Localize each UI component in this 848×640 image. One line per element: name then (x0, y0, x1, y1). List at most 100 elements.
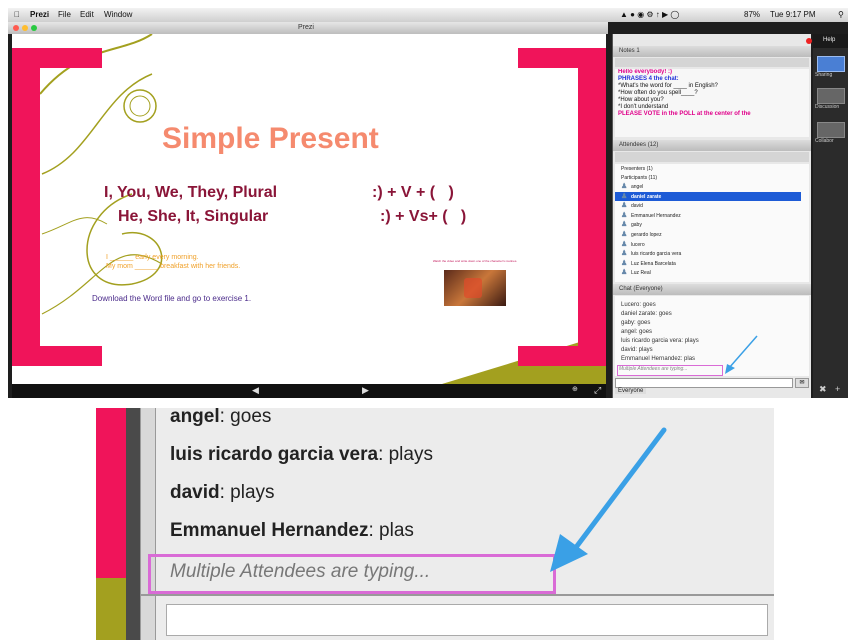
attendee-row[interactable]: ♟ gerardo lopez (615, 230, 801, 239)
close-window-button[interactable] (13, 25, 19, 31)
presenters-group[interactable]: Presenters (1) (615, 164, 801, 173)
send-message-button[interactable]: ✉ (795, 378, 809, 388)
apple-menu-icon[interactable]:  (14, 10, 20, 19)
connect-pods: Notes 1 Hello everybody! :) PHRASES 4 the… (612, 34, 811, 398)
note-line: PLEASE VOTE in the POLL at the center of… (618, 111, 751, 117)
chat-pod-title: Chat (Everyone) (619, 286, 663, 292)
zoom-chat-text: : plays (378, 444, 433, 465)
attendee-icon: ♟ (621, 221, 628, 229)
panel-scroll-edge (140, 408, 156, 640)
layout-thumb-discussion[interactable] (817, 88, 845, 104)
note-line: *What's the word for ____ in English? (618, 83, 718, 89)
fullscreen-icon[interactable]: ⤢ (594, 385, 601, 396)
chat-message: david: plays (621, 347, 653, 353)
presentation-slide: Simple Present I, You, We, They, Plural … (12, 34, 606, 384)
attendee-icon: ♟ (621, 269, 628, 277)
clock: Tue 9:17 PM (770, 10, 816, 19)
window-title: Prezi (298, 24, 314, 31)
download-instruction[interactable]: Download the Word file and go to exercis… (92, 294, 251, 303)
note-line: *How about you? (618, 97, 664, 103)
zoom-control-icon[interactable]: ⊕ (572, 385, 578, 393)
attendee-name: Emmanuel Hernandez (631, 212, 681, 219)
layout-label-discussion: Discussion (815, 104, 840, 110)
attendee-icon: ♟ (621, 240, 628, 248)
attendee-name: david (631, 203, 643, 210)
menu-app[interactable]: Prezi (30, 10, 49, 19)
zoom-chat-text: : plays (219, 482, 275, 503)
chat-recipient-tab[interactable]: Everyone (615, 388, 647, 394)
rule-line-plural: I, You, We, They, Plural :) + V + ( ) (104, 184, 454, 202)
layout-label-collaboration: Collabor (815, 138, 834, 144)
chat-input[interactable] (615, 378, 793, 388)
attendee-row[interactable]: ♟ angel (615, 182, 801, 191)
add-layout-icon[interactable]: + (835, 384, 840, 394)
attendee-row[interactable]: ♟ Luz Real (615, 268, 801, 277)
chat-messages: Lucero: goes daniel zarate: goes gaby: goe… (615, 296, 809, 376)
notes-toolbar[interactable] (615, 58, 809, 67)
note-line: PHRASES 4 the chat: (618, 76, 679, 82)
menu-window[interactable]: Window (104, 10, 132, 19)
chat-message: Lucero: goes (621, 302, 656, 308)
zoom-window-button[interactable] (31, 25, 37, 31)
attendee-name: daniel zarate (631, 193, 662, 200)
spotlight-icon[interactable]: ⚲ (838, 10, 844, 19)
attendee-name: Luz Real (631, 270, 651, 277)
attendee-icon: ♟ (621, 250, 628, 258)
zoom-chat-author: angel (170, 408, 220, 427)
video-figure (464, 278, 482, 298)
attendee-row[interactable]: ♟ lucero (615, 240, 801, 249)
attendee-name: angel (631, 184, 644, 190)
recording-indicator[interactable] (806, 38, 812, 44)
rule-formula-singular: :) + Vs+ ( ) (380, 208, 467, 225)
chat-message: gaby: goes (621, 320, 651, 326)
chat-message: luis ricardo garcia vera: plays (621, 338, 699, 344)
layout-thumb-sharing[interactable] (817, 56, 845, 72)
help-menu[interactable]: Help (823, 37, 835, 43)
notes-body[interactable]: Hello everybody! :) PHRASES 4 the chat: *W… (615, 69, 809, 137)
attendee-name: lucero (631, 241, 645, 248)
attendee-icon: ♟ (621, 202, 628, 210)
decorative-swirls (12, 34, 606, 384)
zoom-chat-input[interactable] (166, 604, 768, 636)
typing-indicator: Multiple Attendees are typing... (619, 366, 688, 372)
notes-pod-header: Notes 1 (613, 46, 811, 57)
chat-message: angel: goes (621, 329, 653, 335)
participants-group[interactable]: Participants (11) (615, 173, 801, 182)
battery-indicator: 87% (744, 10, 761, 19)
zoom-typing-indicator: Multiple Attendees are typing... (170, 561, 431, 582)
minimize-window-button[interactable] (22, 25, 28, 31)
attendee-icon: ♟ (621, 259, 628, 267)
slide-edge-pink (96, 408, 126, 578)
attendee-row[interactable]: ♟ Luz Elena Barcelata (615, 259, 801, 268)
attendee-row[interactable]: ♟ luis ricardo garcia vera (615, 249, 801, 258)
slide-edge-olive (96, 578, 126, 640)
attendees-toolbar[interactable] (615, 152, 809, 162)
zoom-chat-line: david: plays (170, 482, 275, 504)
mac-menubar:  Prezi File Edit Window ▲ ● ◉ ⚙ ↑ ▶ ◯ 8… (8, 8, 848, 22)
app-screenshot:  Prezi File Edit Window ▲ ● ◉ ⚙ ↑ ▶ ◯ 8… (8, 8, 848, 398)
zoom-chat-author: luis ricardo garcia vera (170, 444, 379, 465)
rule-subjects-singular: He, She, It, Singular (118, 208, 269, 225)
layout-label-sharing: Sharing (815, 72, 833, 78)
menu-edit[interactable]: Edit (80, 10, 94, 19)
layout-thumb-collaboration[interactable] (817, 122, 845, 138)
settings-icon[interactable]: ✖ (819, 384, 827, 395)
chat-message: Emmanuel Hernandez: plas (621, 356, 696, 362)
menu-file[interactable]: File (58, 10, 71, 19)
panel-divider (126, 408, 140, 640)
attendee-row[interactable]: ♟ david (615, 201, 801, 210)
rule-formula-plural: :) + V + ( ) (372, 184, 454, 201)
attendee-row[interactable]: ♟ Emmanuel Hernandez (615, 211, 801, 220)
attendee-name: gerardo lopez (631, 232, 662, 238)
attendee-icon: ♟ (621, 192, 628, 200)
next-slide-icon[interactable]: ▶ (362, 385, 369, 396)
video-thumbnail[interactable] (444, 270, 506, 306)
notes-text: Hello everybody! :) PHRASES 4 the chat: *W… (615, 69, 809, 118)
previous-slide-icon[interactable]: ◀ (252, 385, 259, 396)
zoom-chat-line: luis ricardo garcia vera: plays (170, 444, 433, 466)
attendee-row[interactable]: ♟ gaby (615, 220, 801, 229)
callout-arrow-small (725, 335, 758, 374)
attendee-row[interactable]: ♟ daniel zarate (615, 191, 801, 201)
rule-line-singular: He, She, It, Singular :) + Vs+ ( ) (118, 208, 466, 226)
callout-arrow (550, 427, 667, 572)
